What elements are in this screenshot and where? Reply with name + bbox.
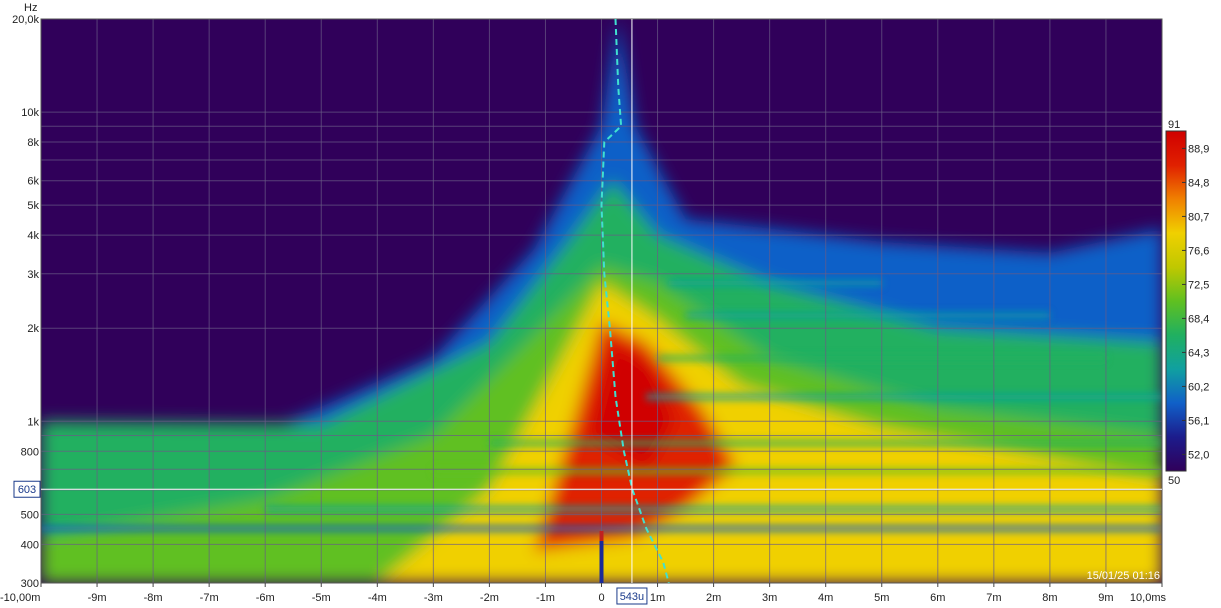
y-tick-label: 6k bbox=[27, 176, 39, 188]
x-tick-label: 8m bbox=[1042, 592, 1057, 604]
x-tick-label: -1m bbox=[536, 592, 555, 604]
x-tick-label: 5m bbox=[874, 592, 889, 604]
y-tick-label: 20,0k bbox=[12, 14, 39, 26]
x-tick-label: -4m bbox=[368, 592, 387, 604]
y-tick-label: 10k bbox=[21, 107, 39, 119]
spectrogram-chart: Hz 603543u -10,00m -9m -8m -7m -6m -5m -4m -3m -… bbox=[0, 2, 1209, 605]
y-axis-ticks: 20,0k 10k 8k 6k 5k 4k 3k 2k 1k 800 500 400 300 bbox=[12, 14, 39, 590]
colorbar-max-label: 91 bbox=[1168, 119, 1180, 131]
y-tick-label: 5k bbox=[27, 200, 39, 212]
x-tick-label: 2m bbox=[706, 592, 721, 604]
energy-band bbox=[668, 280, 882, 287]
x-tick-label: -8m bbox=[144, 592, 163, 604]
x-axis-ticks: -10,00m -9m -8m -7m -6m -5m -4m -3m -2m -1m 0 1m 2m 3… bbox=[0, 583, 1166, 604]
colorbar-tick-label: 64,3 bbox=[1188, 347, 1209, 359]
x-tick-label: -2m bbox=[480, 592, 499, 604]
x-tick-label: -7m bbox=[200, 592, 219, 604]
y-axis-unit-label: Hz bbox=[24, 2, 37, 14]
colorbar-tick-label: 60,2 bbox=[1188, 381, 1209, 393]
x-tick-label: 1m bbox=[650, 592, 665, 604]
colorbar-tick-label: 52,0 bbox=[1188, 449, 1209, 461]
x-tick-label: 7m bbox=[986, 592, 1001, 604]
energy-band bbox=[685, 312, 1050, 319]
timestamp: 15/01/25 01:16 bbox=[1087, 570, 1160, 582]
colorbar-tick-label: 84,8 bbox=[1188, 177, 1209, 189]
energy-band bbox=[646, 393, 1162, 400]
y-tick-label: 1k bbox=[27, 416, 39, 428]
cursor-time-readout: 543u bbox=[620, 591, 644, 603]
x-tick-label: 6m bbox=[930, 592, 945, 604]
colorbar-tick-label: 68,4 bbox=[1188, 313, 1209, 325]
x-tick-label: 0 bbox=[598, 592, 604, 604]
grid bbox=[40, 18, 1163, 584]
x-tick-label: 10,0ms bbox=[1130, 592, 1167, 604]
colorbar-tick-label: 76,6 bbox=[1188, 245, 1209, 257]
x-tick-label: -9m bbox=[88, 592, 107, 604]
x-tick-label: -6m bbox=[256, 592, 275, 604]
y-tick-label: 8k bbox=[27, 137, 39, 149]
y-tick-label: 500 bbox=[21, 509, 39, 521]
colorbar-tick-label: 80,7 bbox=[1188, 211, 1209, 223]
x-tick-label: 3m bbox=[762, 592, 777, 604]
colorbar-min-label: 50 bbox=[1168, 475, 1180, 487]
x-tick-label: 9m bbox=[1098, 592, 1113, 604]
x-tick-label: -10,00m bbox=[0, 592, 40, 604]
y-tick-label: 3k bbox=[27, 269, 39, 281]
y-tick-label: 2k bbox=[27, 323, 39, 335]
colorbar-tick-label: 56,1 bbox=[1188, 415, 1209, 427]
y-tick-label: 800 bbox=[21, 446, 39, 458]
x-tick-label: 4m bbox=[818, 592, 833, 604]
y-tick-label: 300 bbox=[21, 578, 39, 590]
x-tick-label: -3m bbox=[424, 592, 443, 604]
colorbar-tick-label: 72,5 bbox=[1188, 279, 1209, 291]
colorbar: 91 88,9 84,8 80,7 76,6 72,5 68,4 64,3 60,2 56,1 52… bbox=[1165, 119, 1209, 487]
cursor-frequency-readout: 603 bbox=[18, 484, 36, 496]
y-tick-label: 400 bbox=[21, 539, 39, 551]
y-tick-label: 4k bbox=[27, 230, 39, 242]
x-tick-label: -5m bbox=[312, 592, 331, 604]
colorbar-tick-label: 88,9 bbox=[1188, 143, 1209, 155]
impulse-marker-tip bbox=[599, 531, 604, 541]
